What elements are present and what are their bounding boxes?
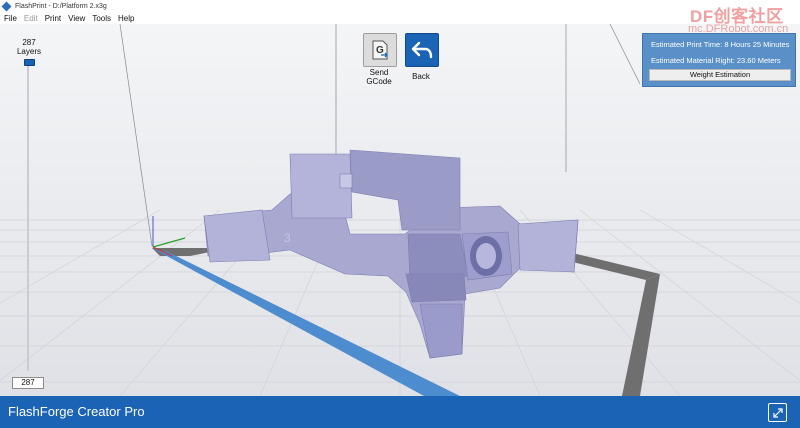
- back-arrow-icon: [411, 41, 433, 59]
- app-logo-icon: [1, 1, 12, 11]
- menu-bar: File Edit Print View Tools Help: [0, 12, 800, 24]
- model-hole: [470, 236, 502, 276]
- connect-machine-button[interactable]: [768, 403, 787, 422]
- printer-name: FlashForge Creator Pro: [8, 404, 145, 419]
- layer-slider-handle[interactable]: [24, 59, 35, 66]
- back-label: Back: [412, 72, 430, 81]
- send-gcode-label: Send GCode: [366, 68, 392, 86]
- window-title: FlashPrint - D:/Platform 2.x3g: [15, 2, 107, 10]
- weight-estimation-button[interactable]: Weight Estimation: [649, 69, 791, 81]
- svg-text:G: G: [376, 45, 384, 56]
- watermark-url: mc.DFRobot.com.cn: [688, 23, 789, 35]
- menu-file[interactable]: File: [4, 14, 17, 23]
- menu-tools[interactable]: Tools: [92, 14, 111, 23]
- send-gcode-button[interactable]: G: [363, 33, 397, 67]
- status-bar: FlashForge Creator Pro: [0, 396, 800, 428]
- gcode-file-icon: G: [372, 40, 388, 60]
- layers-label: Layers: [16, 47, 41, 56]
- back-button[interactable]: [405, 33, 439, 67]
- menu-print[interactable]: Print: [45, 14, 61, 23]
- print-estimate-panel: Estimated Print Time: 8 Hours 25 Minutes…: [642, 33, 796, 87]
- layer-input[interactable]: 287: [12, 377, 44, 389]
- title-bar: FlashPrint - D:/Platform 2.x3g: [0, 0, 800, 12]
- link-icon: [772, 407, 783, 418]
- model-face-label: 3: [284, 231, 291, 245]
- layer-slider-track[interactable]: [27, 66, 29, 371]
- print-time-text: Estimated Print Time: 8 Hours 25 Minutes: [651, 40, 790, 49]
- menu-help[interactable]: Help: [118, 14, 134, 23]
- layer-counter: 287 Layers: [14, 38, 44, 56]
- menu-view[interactable]: View: [68, 14, 85, 23]
- material-text: Estimated Material Right: 23.60 Meters: [651, 56, 781, 65]
- menu-edit[interactable]: Edit: [24, 14, 38, 23]
- watermark: DF创客社区 mc.DFRobot.com.cn: [688, 0, 800, 36]
- layer-count: 287: [22, 38, 36, 47]
